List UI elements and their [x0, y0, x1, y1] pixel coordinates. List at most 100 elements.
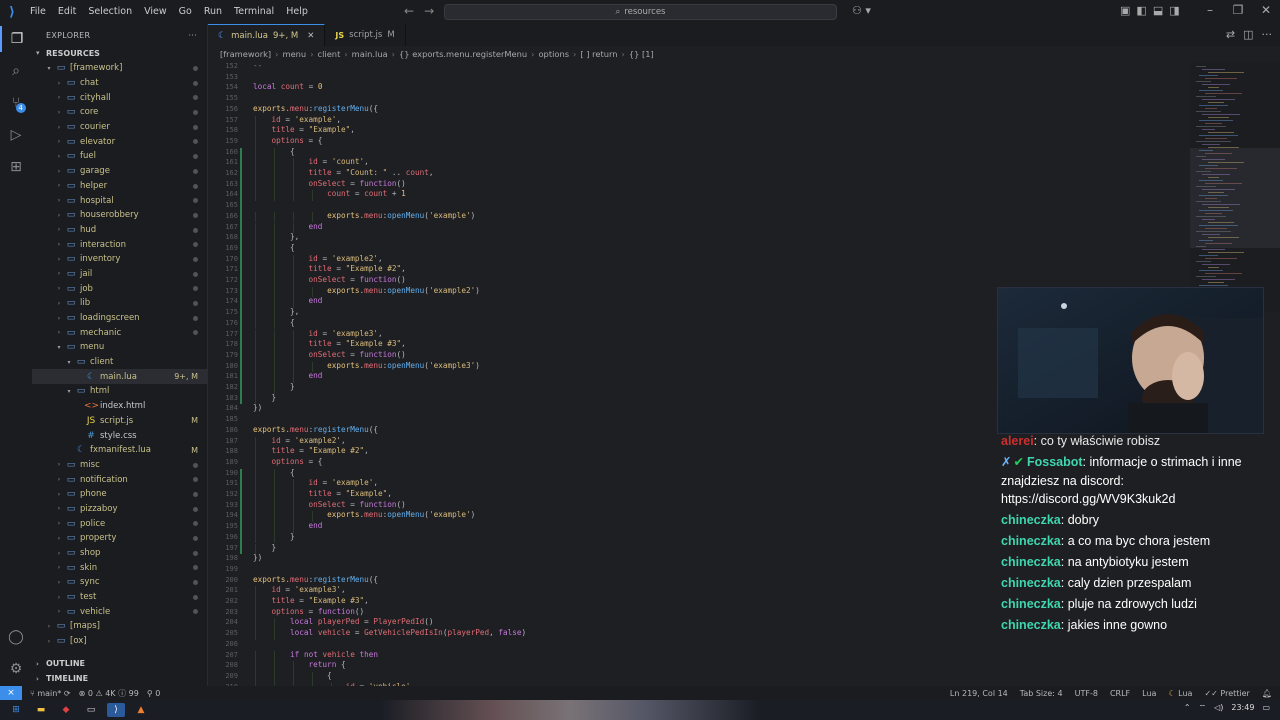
code-line[interactable]: if not vehicle then [253, 650, 378, 659]
code-line[interactable]: end [253, 296, 323, 305]
code-line[interactable]: }, [253, 232, 299, 241]
browser-icon[interactable]: ◆ [57, 703, 75, 717]
breadcrumb-item[interactable]: options [538, 49, 569, 59]
minimap-viewport[interactable] [1190, 148, 1280, 248]
menu-edit[interactable]: Edit [52, 0, 82, 24]
code-line[interactable]: }, [253, 307, 299, 316]
customize-layout-icon[interactable]: ▣ [1120, 4, 1130, 17]
terminal-icon[interactable]: ▭ [82, 703, 100, 717]
tree-item[interactable]: ▾ ▭ html [32, 384, 208, 399]
toggle-sidebar-icon[interactable]: ◧ [1136, 4, 1146, 17]
code-line[interactable]: title = "Example #2", [253, 264, 406, 273]
menu-help[interactable]: Help [280, 0, 314, 24]
tree-item[interactable]: › ▭ jail [32, 267, 208, 282]
code-line[interactable]: exports.menu:registerMenu({ [253, 575, 378, 584]
code-line[interactable]: exports.menu:openMenu('example2') [253, 286, 480, 295]
compare-changes-icon[interactable]: ⇄ [1226, 28, 1235, 41]
forward-arrow-icon[interactable]: → [424, 4, 434, 18]
code-line[interactable]: id = 'example2', [253, 254, 383, 263]
tree-item[interactable]: › ▭ cityhall [32, 90, 208, 105]
breadcrumb-item[interactable]: main.lua [352, 49, 388, 59]
tab-script-js[interactable]: JS script.js M [325, 24, 406, 46]
code-line[interactable]: end [253, 521, 323, 530]
code-line[interactable]: exports.menu:registerMenu({ [253, 425, 378, 434]
breadcrumb-item[interactable]: {} [1] [629, 49, 654, 59]
code-line[interactable]: return { [253, 660, 346, 669]
tree-item[interactable]: <> index.html [32, 399, 208, 414]
tree-item[interactable]: › ▭ shop [32, 546, 208, 561]
code-line[interactable]: -- [253, 62, 262, 70]
windows-start-icon[interactable]: ⊞ [7, 703, 25, 717]
tree-item[interactable]: ☾ fxmanifest.lua M [32, 443, 208, 458]
minimap[interactable] [1190, 62, 1280, 312]
notifications-icon[interactable]: ▭ [1262, 703, 1270, 713]
tree-item[interactable]: › ▭ core [32, 105, 208, 120]
tree-item[interactable]: › ▭ garage [32, 164, 208, 179]
tree-item[interactable]: ▾ ▭ [framework] [32, 61, 208, 76]
code-line[interactable]: id = 'example3', [253, 329, 383, 338]
close-window-icon[interactable]: ✕ [1252, 3, 1280, 17]
tree-item[interactable]: › ▭ houserobbery [32, 208, 208, 223]
minimize-icon[interactable]: – [1196, 3, 1224, 17]
code-line[interactable]: local playerPed = PlayerPedId() [253, 617, 434, 626]
tree-item[interactable]: # style.css [32, 428, 208, 443]
menu-terminal[interactable]: Terminal [228, 0, 280, 24]
network-icon[interactable]: ⌔ [1199, 703, 1207, 713]
menu-file[interactable]: File [24, 0, 52, 24]
search-view-icon[interactable]: ⌕ [0, 58, 32, 84]
extensions-icon[interactable]: ⊞ [0, 154, 32, 180]
tree-item[interactable]: › ▭ [ox] [32, 634, 208, 649]
tree-item[interactable]: › ▭ interaction [32, 237, 208, 252]
tree-item[interactable]: › ▭ skin [32, 560, 208, 575]
code-line[interactable]: options = function() [253, 607, 365, 616]
tray-chevron-icon[interactable]: ⌃ [1184, 703, 1191, 713]
remote-indicator-icon[interactable]: ⨯ [0, 686, 22, 700]
source-control-icon[interactable]: ⑂ 4 [0, 90, 32, 116]
code-line[interactable]: exports.menu:registerMenu({ [253, 104, 378, 113]
menu-run[interactable]: Run [198, 0, 228, 24]
branch-indicator[interactable]: ⑂ main* ⟳ [30, 689, 71, 698]
explorer-files-icon[interactable]: ❐ [0, 26, 32, 52]
split-editor-icon[interactable]: ◫ [1243, 28, 1253, 41]
resources-section[interactable]: ▾ RESOURCES [32, 46, 207, 60]
tree-item[interactable]: › ▭ loadingscreen [32, 311, 208, 326]
code-line[interactable]: title = "Example #3", [253, 596, 369, 605]
tree-item[interactable]: ☾ main.lua 9+, M [32, 369, 208, 385]
tree-item[interactable]: › ▭ misc [32, 458, 208, 473]
copilot-icon[interactable]: ⚇ ▾ [852, 4, 871, 17]
clock[interactable]: 23:49 [1231, 703, 1254, 713]
lua-server-status[interactable]: ☾ Lua [1168, 689, 1192, 698]
prettier-status[interactable]: ✓✓ Prettier [1204, 689, 1249, 698]
tree-item[interactable]: › ▭ sync [32, 575, 208, 590]
code-line[interactable]: title = "Example #3", [253, 339, 406, 348]
tree-item[interactable]: › ▭ hospital [32, 193, 208, 208]
code-line[interactable]: end [253, 371, 323, 380]
volume-icon[interactable]: ◁) [1214, 703, 1223, 713]
close-tab-icon[interactable]: ✕ [307, 31, 314, 41]
menu-go[interactable]: Go [173, 0, 198, 24]
code-line[interactable]: title = "Example #2", [253, 446, 369, 455]
tree-item[interactable]: › ▭ phone [32, 487, 208, 502]
code-line[interactable]: title = "Count: " .. count, [253, 168, 434, 177]
code-line[interactable]: id = 'example', [253, 478, 378, 487]
tree-item[interactable]: › ▭ police [32, 516, 208, 531]
tree-item[interactable]: › ▭ notification [32, 472, 208, 487]
code-line[interactable]: onSelect = function() [253, 500, 406, 509]
tree-item[interactable]: › ▭ elevator [32, 134, 208, 149]
cursor-position[interactable]: Ln 219, Col 14 [950, 689, 1008, 698]
code-line[interactable]: id = 'count', [253, 157, 369, 166]
code-line[interactable]: }) [253, 403, 262, 412]
notifications-bell-icon[interactable]: 🔔︎ [1262, 689, 1272, 698]
code-line[interactable]: onSelect = function() [253, 350, 406, 359]
tree-item[interactable]: › ▭ chat [32, 76, 208, 91]
code-line[interactable]: options = { [253, 136, 323, 145]
code-line[interactable]: id = 'example2', [253, 436, 346, 445]
vscode-taskbar-icon[interactable]: ⟩ [107, 703, 125, 717]
menu-view[interactable]: View [138, 0, 173, 24]
code-line[interactable]: id = 'example3', [253, 585, 346, 594]
more-actions-icon[interactable]: ··· [188, 31, 197, 40]
encoding[interactable]: UTF-8 [1075, 689, 1098, 698]
tree-item[interactable]: › ▭ lib [32, 296, 208, 311]
tree-item[interactable]: › ▭ job [32, 281, 208, 296]
code-line[interactable]: } [253, 393, 277, 402]
